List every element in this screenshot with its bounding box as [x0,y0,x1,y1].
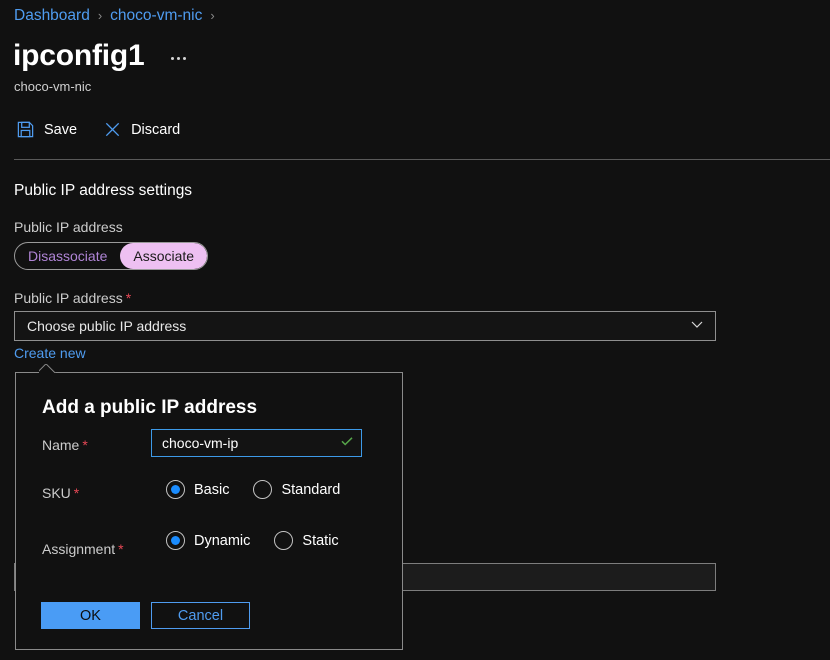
sku-radio-group: Basic Standard [166,480,340,499]
ellipsis-dot [176,56,180,60]
assignment-radio-group: Dynamic Static [166,531,339,550]
sku-option-basic-label: Basic [194,481,230,498]
callout-pointer [39,364,57,373]
assignment-option-dynamic-label: Dynamic [194,532,251,549]
breadcrumb-item-dashboard[interactable]: Dashboard [14,6,90,26]
sku-option-standard[interactable]: Standard [253,480,340,499]
sku-field-label: SKU * [42,483,79,503]
page-root: Dashboard › choco-vm-nic › ipconfig1 cho… [0,0,830,660]
name-input[interactable]: choco-vm-ip [151,429,362,457]
assignment-option-static-label: Static [302,532,339,549]
page-title: ipconfig1 [13,39,145,72]
radio-icon-unselected[interactable] [253,480,273,499]
assignment-field-label: Assignment * [42,539,124,559]
breadcrumb-separator-trailing: › [210,8,215,23]
assignment-option-static[interactable]: Static [274,531,339,550]
ellipsis-dot [182,56,186,60]
toggle-field-label-text: Public IP address [14,219,123,235]
toggle-option-disassociate[interactable]: Disassociate [15,243,120,269]
assignment-field-label-text: Assignment [42,541,116,557]
command-bar: Save Discard [14,117,182,142]
ellipsis-icon[interactable] [169,51,188,62]
save-label: Save [44,121,78,138]
title-row: ipconfig1 [13,38,188,74]
cancel-button[interactable]: Cancel [151,602,250,629]
floppy-disk-icon [16,120,35,139]
discard-button[interactable]: Discard [101,117,182,142]
required-asterisk: * [118,541,124,557]
toggle-field-label: Public IP address [14,217,123,237]
sku-field-label-text: SKU [42,485,71,501]
assignment-option-dynamic[interactable]: Dynamic [166,531,250,550]
dialog-actions: OK Cancel [41,602,250,629]
radio-icon-selected[interactable] [166,480,185,499]
required-asterisk: * [82,437,88,453]
page-subtitle: choco-vm-nic [14,79,92,94]
name-input-value: choco-vm-ip [162,435,239,451]
radio-icon-selected[interactable] [166,531,185,550]
section-heading: Public IP address settings [14,182,193,199]
discard-label: Discard [131,121,181,138]
required-asterisk: * [125,290,132,306]
sku-option-standard-label: Standard [281,481,341,498]
create-new-link[interactable]: Create new [14,344,86,363]
name-field-label-text: Name [42,437,80,453]
public-ip-dropdown-value: Choose public IP address [27,318,187,334]
name-field-label: Name * [42,435,88,455]
sku-option-basic[interactable]: Basic [166,480,229,499]
toggle-option-associate[interactable]: Associate [120,243,208,269]
close-x-icon [103,120,122,139]
save-button[interactable]: Save [14,117,79,142]
public-ip-field-label: Public IP address * [14,288,131,308]
public-ip-field-label-text: Public IP address [14,290,123,306]
check-icon [339,433,355,454]
breadcrumb-separator: › [97,8,103,23]
breadcrumb: Dashboard › choco-vm-nic › [14,6,215,26]
public-ip-toggle[interactable]: Disassociate Associate [14,242,209,270]
radio-icon-unselected[interactable] [274,531,294,550]
dialog-title: Add a public IP address [42,397,258,418]
public-ip-dropdown[interactable]: Choose public IP address [14,311,716,341]
breadcrumb-item-choco-vm-nic[interactable]: choco-vm-nic [110,6,202,26]
ok-button[interactable]: OK [41,602,140,629]
ellipsis-dot [170,56,174,60]
chevron-down-icon [689,316,705,337]
required-asterisk: * [73,485,80,501]
toolbar-divider [14,159,830,160]
